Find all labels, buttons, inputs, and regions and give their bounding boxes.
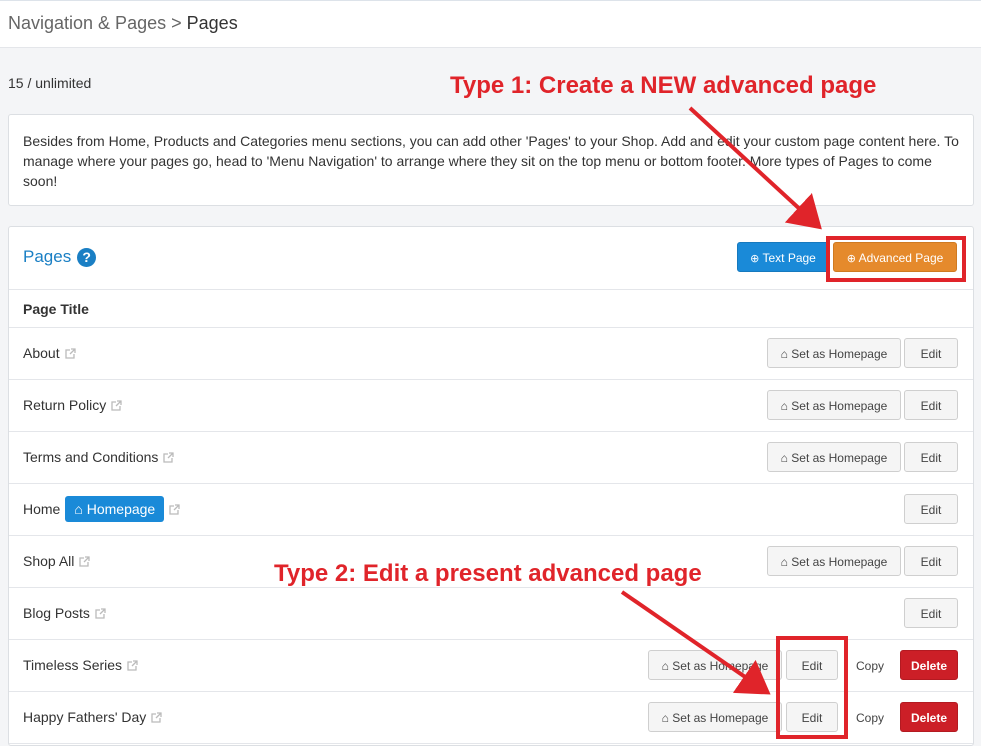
arrow-type2 bbox=[620, 590, 771, 695]
annotation-arrows bbox=[620, 106, 822, 695]
arrow-type1 bbox=[688, 106, 822, 230]
